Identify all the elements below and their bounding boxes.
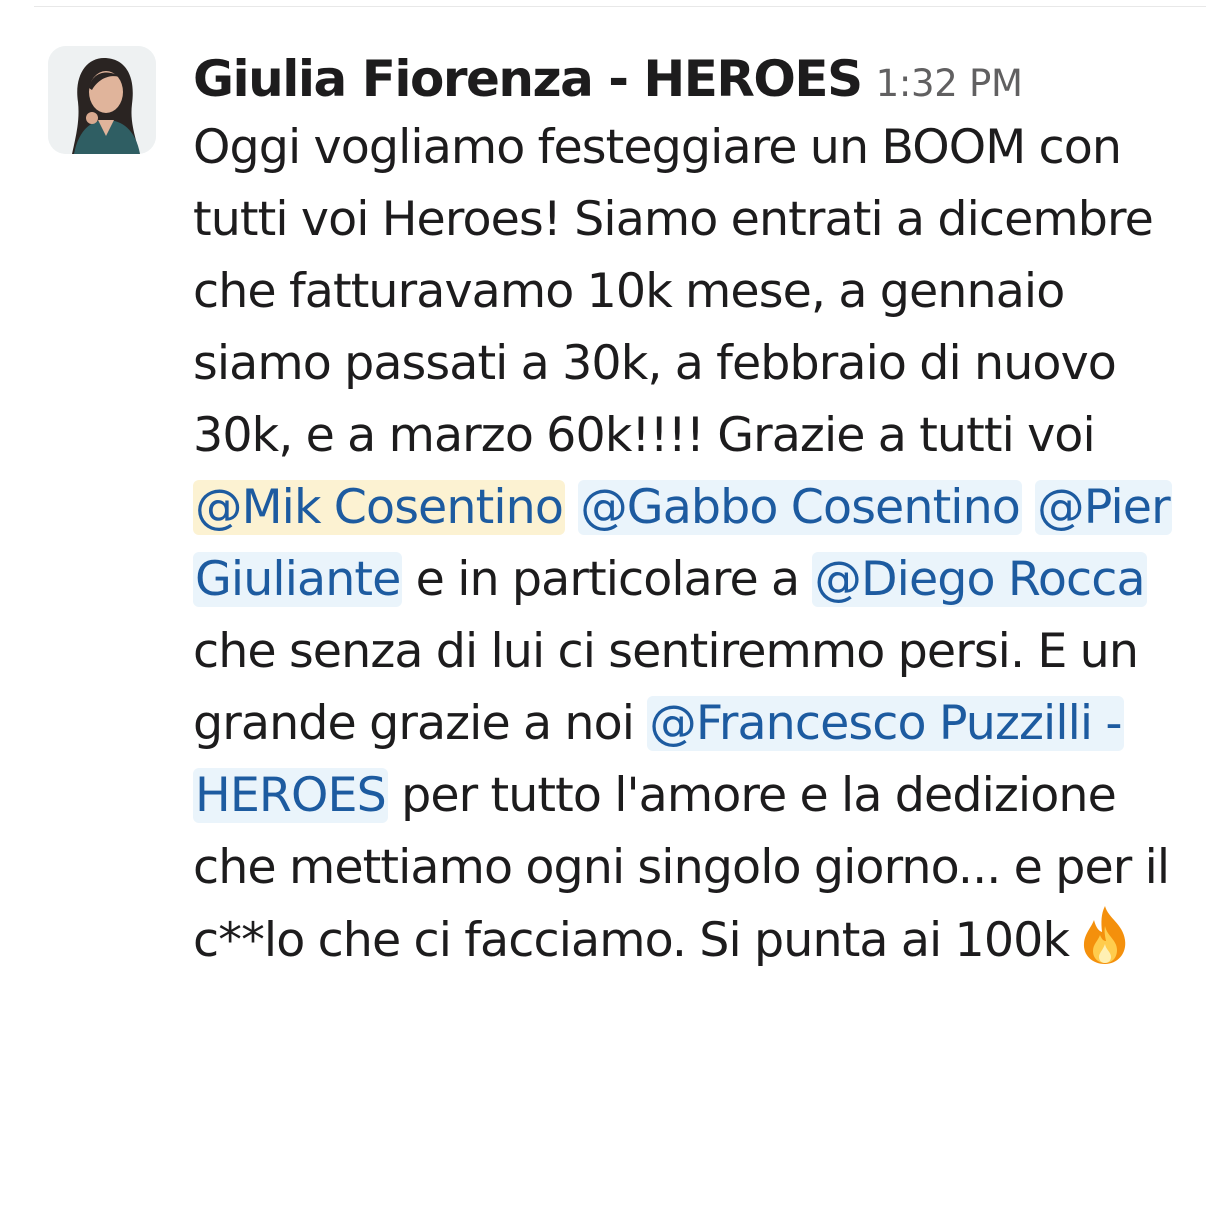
message-text (565, 480, 578, 535)
avatar-photo (48, 46, 156, 154)
message: Giulia Fiorenza - HEROES 1:32 PM Oggi vo… (193, 50, 1178, 977)
message-text: e in particolare a (402, 552, 813, 607)
avatar[interactable] (48, 46, 156, 154)
sender-name[interactable]: Giulia Fiorenza - HEROES (193, 50, 863, 108)
message-text: Oggi vogliamo festeggiare un BOOM con tu… (193, 120, 1154, 463)
mention-diego-rocca[interactable]: @Diego Rocca (812, 552, 1147, 607)
mention-gabbo-cosentino[interactable]: @Gabbo Cosentino (578, 480, 1022, 535)
message-text (1022, 480, 1035, 535)
message-body: Oggi vogliamo festeggiare un BOOM con tu… (193, 112, 1178, 977)
message-header: Giulia Fiorenza - HEROES 1:32 PM (193, 50, 1178, 108)
top-divider (34, 6, 1206, 7)
message-timestamp[interactable]: 1:32 PM (876, 62, 1023, 105)
fire-emoji-icon[interactable] (1075, 904, 1135, 966)
mention-mik-cosentino[interactable]: @Mik Cosentino (193, 480, 565, 535)
